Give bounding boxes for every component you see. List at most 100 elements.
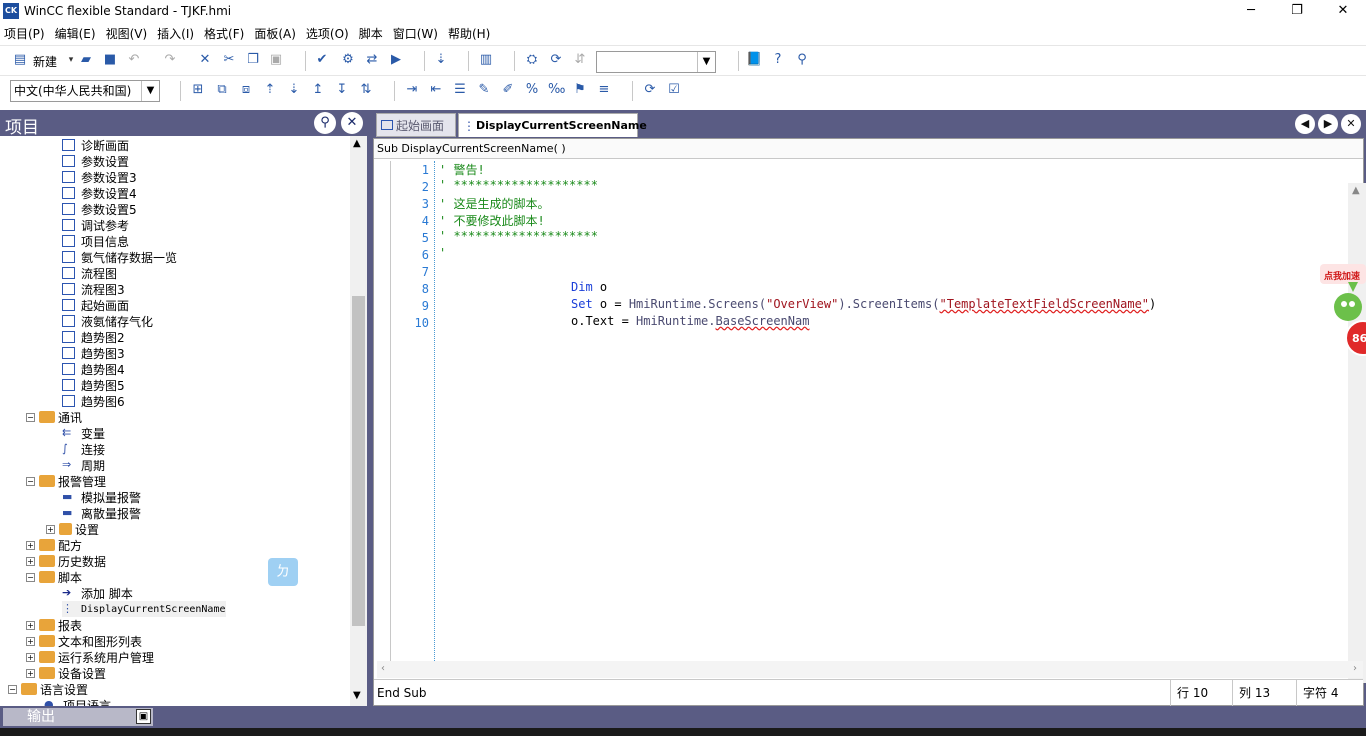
tree-item-alarm-management[interactable]: − 报警管理 bbox=[26, 473, 106, 489]
tree-item[interactable]: 参数设置5 bbox=[62, 201, 137, 217]
maximize-button[interactable]: ❐ bbox=[1274, 0, 1320, 22]
bookmark-icon[interactable]: ⚑ bbox=[572, 82, 588, 98]
expand-icon[interactable]: + bbox=[26, 668, 35, 678]
menu-insert[interactable]: 插入(I) bbox=[157, 25, 194, 42]
expand-icon[interactable]: + bbox=[26, 652, 35, 662]
close-tab-icon[interactable]: ✕ bbox=[1341, 114, 1361, 134]
tree-item[interactable]: 参数设置3 bbox=[62, 169, 137, 185]
format-icon[interactable]: ≡ bbox=[596, 82, 612, 98]
dropdown-arrow-icon[interactable]: ▾ bbox=[63, 52, 79, 68]
close-icon[interactable]: ✕ bbox=[341, 112, 363, 134]
tree-item[interactable]: ▬ 离散量报警 bbox=[62, 505, 141, 521]
list-icon[interactable]: ☰ bbox=[452, 82, 468, 98]
menu-format[interactable]: 格式(F) bbox=[204, 25, 244, 42]
binoculars-icon[interactable]: ⛭ bbox=[524, 52, 540, 68]
script-editor[interactable]: Sub DisplayCurrentScreenName( ) 1 2 3 4 … bbox=[373, 138, 1366, 706]
tree-item-text-graphic-lists[interactable]: + 文本和图形列表 bbox=[26, 633, 142, 649]
open-icon[interactable]: ▰ bbox=[78, 52, 94, 68]
code-area[interactable]: 1 2 3 4 5 6 7 8 9 10 ' 警告! ' ***********… bbox=[377, 161, 1366, 683]
tree-item[interactable]: ⇇ 变量 bbox=[62, 425, 105, 441]
object-combo[interactable]: ▼ bbox=[596, 51, 716, 73]
scroll-down-icon[interactable]: ▼ bbox=[353, 690, 361, 701]
tree-item-runtime-user-admin[interactable]: + 运行系统用户管理 bbox=[26, 649, 154, 665]
percent-icon[interactable]: % bbox=[524, 82, 540, 98]
tree-item[interactable]: 调试参考 bbox=[62, 217, 129, 233]
expand-icon[interactable]: + bbox=[26, 620, 35, 630]
new-button[interactable]: 新建 bbox=[33, 53, 57, 70]
tab-start-screen[interactable]: 起始画面 bbox=[376, 113, 456, 137]
expand-icon[interactable]: + bbox=[46, 524, 55, 534]
ime-indicator-icon[interactable]: ㄉ bbox=[268, 558, 298, 586]
tree-item[interactable]: ∫ 连接 bbox=[62, 441, 105, 457]
scroll-left-icon[interactable]: ‹ bbox=[381, 663, 385, 674]
tree-item[interactable]: 流程图3 bbox=[62, 281, 125, 297]
ungroup-icon[interactable]: ⧈ bbox=[238, 82, 254, 98]
editor-vertical-scrollbar[interactable]: ▲ bbox=[1348, 183, 1366, 683]
tree-item[interactable]: 趋势图3 bbox=[62, 345, 125, 361]
percent-off-icon[interactable]: ‰ bbox=[548, 82, 565, 98]
new-icon[interactable]: ▤ bbox=[12, 52, 28, 68]
tree-item[interactable]: 趋势图6 bbox=[62, 393, 125, 409]
tab-next-icon[interactable]: ▶ bbox=[1318, 114, 1338, 134]
undo-icon[interactable]: ↶ bbox=[126, 52, 142, 68]
help-icon[interactable]: ? bbox=[770, 52, 786, 68]
uncomment-icon[interactable]: ✐ bbox=[500, 82, 516, 98]
menu-edit[interactable]: 编辑(E) bbox=[55, 25, 96, 42]
project-tree-scrollbar[interactable]: ▲ ▼ bbox=[350, 136, 367, 706]
refresh-icon[interactable]: ⟳ bbox=[642, 82, 658, 98]
order-icon[interactable]: ⇅ bbox=[358, 82, 374, 98]
editor-horizontal-scrollbar[interactable]: ‹ › bbox=[377, 661, 1363, 678]
tree-item[interactable]: 氨气储存数据一览 bbox=[62, 249, 177, 265]
redo-icon[interactable]: ↷ bbox=[162, 52, 178, 68]
forward-icon[interactable]: ↥ bbox=[310, 82, 326, 98]
tree-item[interactable]: 参数设置4 bbox=[62, 185, 137, 201]
scroll-up-icon[interactable]: ▲ bbox=[1352, 185, 1360, 196]
menu-options[interactable]: 选项(O) bbox=[306, 25, 349, 42]
save-icon[interactable]: ■ bbox=[102, 52, 118, 68]
tree-item-project-languages[interactable]: ● 项目语言 bbox=[44, 697, 111, 707]
menu-help[interactable]: 帮助(H) bbox=[448, 25, 490, 42]
scrollbar-thumb[interactable] bbox=[352, 296, 365, 626]
bring-front-icon[interactable]: ⇡ bbox=[262, 82, 278, 98]
menu-script[interactable]: 脚本 bbox=[359, 25, 383, 42]
tree-item-recipes[interactable]: + 配方 bbox=[26, 537, 82, 553]
context-help-icon[interactable]: ⚲ bbox=[794, 52, 810, 68]
menu-panel[interactable]: 面板(A) bbox=[254, 25, 296, 42]
check-syntax-icon[interactable]: ☑ bbox=[666, 82, 682, 98]
tree-item[interactable]: 趋势图4 bbox=[62, 361, 125, 377]
output-tab[interactable]: 输出 bbox=[3, 708, 153, 726]
expand-icon[interactable]: + bbox=[26, 556, 35, 566]
language-combo[interactable]: 中文(中华人民共和国) ▼ bbox=[10, 80, 160, 102]
download-icon[interactable]: ⇣ bbox=[433, 52, 449, 68]
chevron-down-icon[interactable]: ▼ bbox=[697, 52, 715, 72]
library-icon[interactable]: ▥ bbox=[478, 52, 494, 68]
tree-item-add-script[interactable]: ➔ 添加 脚本 bbox=[62, 585, 133, 601]
expand-icon[interactable]: + bbox=[26, 540, 35, 550]
tree-item[interactable]: 起始画面 bbox=[62, 297, 129, 313]
compile-icon[interactable]: ⚙ bbox=[340, 52, 356, 68]
scroll-up-icon[interactable]: ▲ bbox=[353, 138, 361, 149]
cut-icon[interactable]: ✂ bbox=[221, 52, 237, 68]
tree-item[interactable]: 趋势图2 bbox=[62, 329, 125, 345]
tree-item[interactable]: ▬ 模拟量报警 bbox=[62, 489, 141, 505]
copy-icon[interactable]: ❐ bbox=[245, 52, 261, 68]
check-icon[interactable]: ✔ bbox=[314, 52, 330, 68]
collapse-icon[interactable]: − bbox=[26, 476, 35, 486]
tree-item[interactable]: 趋势图5 bbox=[62, 377, 125, 393]
runtime-icon[interactable]: ▶ bbox=[388, 52, 404, 68]
collapse-icon[interactable]: − bbox=[26, 412, 35, 422]
close-button[interactable]: ✕ bbox=[1320, 0, 1366, 22]
send-back-icon[interactable]: ⇣ bbox=[286, 82, 302, 98]
tree-item-language-settings[interactable]: − 语言设置 bbox=[8, 681, 88, 697]
scroll-right-icon[interactable]: › bbox=[1353, 663, 1357, 674]
comment-icon[interactable]: ✎ bbox=[476, 82, 492, 98]
outdent-icon[interactable]: ⇤ bbox=[428, 82, 444, 98]
tree-item-device-settings[interactable]: + 设备设置 bbox=[26, 665, 106, 681]
align-icon[interactable]: ⊞ bbox=[190, 82, 206, 98]
tree-item[interactable]: 液氨储存气化 bbox=[62, 313, 153, 329]
group-icon[interactable]: ⧉ bbox=[214, 82, 230, 98]
sync-icon[interactable]: ⟳ bbox=[548, 52, 564, 68]
tree-item[interactable]: ⇒ 周期 bbox=[62, 457, 105, 473]
menu-view[interactable]: 视图(V) bbox=[106, 25, 148, 42]
pin-icon[interactable]: ⚲ bbox=[314, 112, 336, 134]
